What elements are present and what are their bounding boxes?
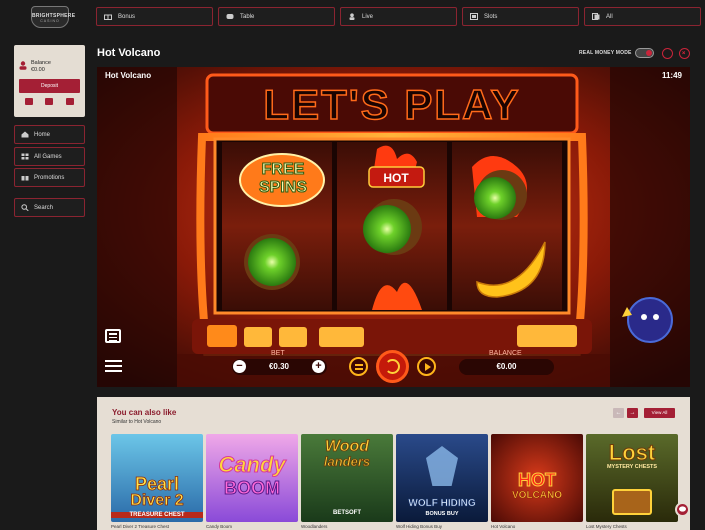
bet-decrease-button[interactable]: −: [233, 360, 246, 373]
tab-live[interactable]: Live: [340, 7, 457, 26]
real-money-toggle[interactable]: [635, 48, 654, 58]
tile-art-text: BOOM: [224, 478, 281, 499]
search-button[interactable]: Search: [14, 198, 85, 217]
game-caption: Hot Volcano: [491, 524, 516, 529]
game-caption: Wolf Hiding Bonus Buy: [396, 524, 442, 529]
tab-label: Slots: [484, 13, 498, 20]
game-balance-value: €0.00: [496, 362, 517, 371]
game-tile-wolf-hiding[interactable]: WOLF HIDING BONUS BUY: [396, 434, 488, 522]
chest-art: [612, 489, 652, 515]
home-icon: [21, 131, 29, 138]
game-tiles: Pearl Diver 2 TREASURE CHEST Candy BOOM …: [111, 434, 678, 522]
game-tile-woodlanders[interactable]: Wood landers BETSOFT: [301, 434, 393, 522]
close-icon[interactable]: [679, 48, 690, 59]
category-nav: Bonus Table Live Slots All: [96, 7, 701, 26]
chat-support-icon[interactable]: [675, 502, 690, 517]
autoplay-button[interactable]: [349, 357, 368, 376]
search-label: Search: [34, 204, 54, 211]
live-icon: [349, 13, 355, 20]
game-caption: Candy Boom: [206, 524, 233, 529]
tab-label: Table: [240, 13, 255, 20]
marquee-text: LET'S PLAY: [263, 81, 520, 128]
menu-icon[interactable]: [105, 360, 122, 373]
turbo-button[interactable]: [417, 357, 436, 376]
bet-increase-button[interactable]: +: [312, 360, 325, 373]
casino-logo[interactable]: BRIGHTSPHERE CASINO: [31, 6, 75, 28]
spins-text: SPINS: [259, 179, 307, 196]
logo-subtext: CASINO: [40, 19, 60, 23]
table-icon: [226, 14, 234, 19]
tile-art-text: BETSOFT: [333, 510, 361, 516]
recommendations-subtitle: Similar to Hot Volcano: [112, 419, 162, 425]
sidebar-item-label: Promotions: [34, 174, 65, 181]
bet-value: €0.30: [268, 362, 290, 371]
bonus-icon: [104, 14, 112, 20]
tile-art-text: BONUS BUY: [425, 511, 459, 517]
prev-arrow-button[interactable]: ←: [613, 408, 624, 418]
sidebar-item-label: All Games: [34, 153, 62, 160]
tile-art-text: TREASURE CHEST: [111, 512, 203, 518]
tile-art-text: HOT: [518, 470, 557, 491]
search-icon: [21, 204, 29, 211]
tab-bonus[interactable]: Bonus: [96, 7, 213, 26]
profile-icon[interactable]: [25, 98, 34, 105]
paytable-icon[interactable]: [105, 329, 121, 343]
sidebar-item-label: Home: [34, 131, 51, 138]
game-caption: Woodlanders: [301, 524, 328, 529]
game-caption: Pearl Diver 2 Treasure Chest: [111, 524, 170, 529]
game-balance-label: BALANCE: [489, 350, 522, 357]
game-clock: 11:49: [661, 71, 682, 80]
game-frame[interactable]: LET'S PLAY FREE SPINS HOT Hot Volcano 11…: [97, 67, 690, 387]
slots-icon: [470, 13, 478, 20]
wolf-art: [426, 446, 458, 486]
sidebar-item-all-games[interactable]: All Games: [14, 147, 85, 166]
tab-all[interactable]: All: [584, 7, 701, 26]
tab-label: Live: [362, 13, 374, 20]
tile-art-text: WOLF HIDING: [408, 498, 476, 510]
slot-machine-art: LET'S PLAY FREE SPINS HOT: [97, 67, 690, 387]
gift-icon: [21, 174, 29, 181]
game-tile-lost-mystery-chests[interactable]: Lost MYSTERY CHESTS: [586, 434, 678, 522]
real-money-label: REAL MONEY MODE: [579, 50, 632, 56]
bet-label: BET: [271, 350, 285, 357]
tile-art-text: Candy: [218, 452, 286, 478]
tile-art-text: Diver 2: [130, 492, 184, 510]
page-title: Hot Volcano: [97, 47, 161, 59]
balance-card: Balance €0.00 Deposit: [14, 45, 85, 117]
tab-slots[interactable]: Slots: [462, 7, 579, 26]
user-icon: [19, 61, 27, 70]
tile-art-text: landers: [323, 454, 371, 470]
tile-art-text: Lost: [608, 440, 656, 466]
free-text: FREE: [262, 161, 305, 178]
tab-label: Bonus: [118, 13, 136, 20]
spin-button[interactable]: [376, 350, 409, 383]
recommendations-panel: You can also like Similar to Hot Volcano…: [97, 397, 690, 530]
balance-label: Balance: [31, 60, 51, 66]
sidebar-item-home[interactable]: Home: [14, 125, 85, 144]
deposit-button[interactable]: Deposit: [19, 79, 80, 93]
sidebar-item-promotions[interactable]: Promotions: [14, 168, 85, 187]
info-icon[interactable]: [662, 48, 673, 59]
game-caption: Lost Mystery Chests: [586, 524, 627, 529]
tile-art-text: MYSTERY CHESTS: [606, 464, 658, 470]
recommendations-title: You can also like: [112, 408, 177, 417]
game-captions: Pearl Diver 2 Treasure Chest Candy Boom …: [111, 524, 678, 529]
game-tile-pearl-diver[interactable]: Pearl Diver 2 TREASURE CHEST: [111, 434, 203, 522]
grid-icon: [21, 153, 29, 160]
view-all-button[interactable]: View All: [644, 408, 675, 418]
tile-art-text: VOLCANO: [512, 490, 563, 502]
tab-label: All: [606, 13, 613, 20]
game-label: Hot Volcano: [105, 71, 152, 80]
balance-value: €0.00: [31, 67, 45, 73]
history-icon[interactable]: [65, 98, 74, 105]
game-tile-hot-volcano[interactable]: HOT VOLCANO: [491, 434, 583, 522]
hot-text: HOT: [383, 171, 409, 185]
all-icon: [592, 13, 600, 20]
tab-table[interactable]: Table: [218, 7, 335, 26]
account-shortcuts: [19, 98, 80, 105]
game-tile-candy-boom[interactable]: Candy BOOM: [206, 434, 298, 522]
next-arrow-button[interactable]: →: [627, 408, 638, 418]
cashier-icon[interactable]: [45, 98, 54, 105]
